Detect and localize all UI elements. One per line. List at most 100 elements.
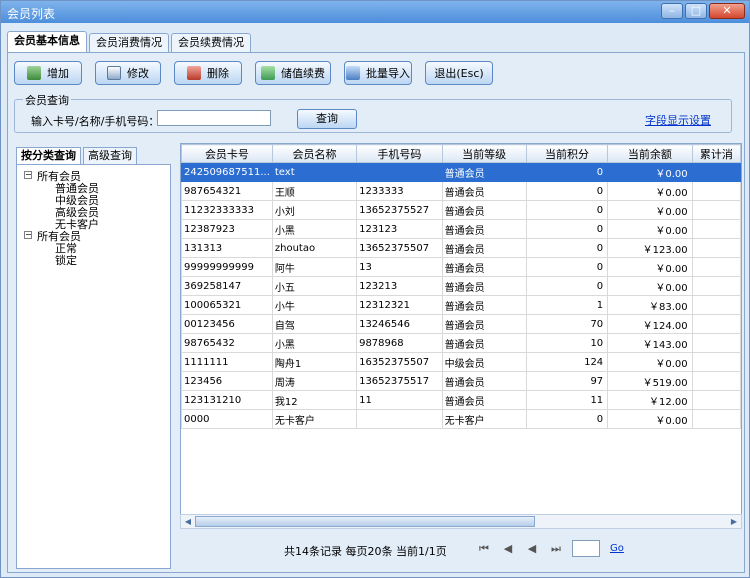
table-cell — [356, 162, 443, 182]
page-number-input[interactable] — [572, 540, 600, 557]
edit-button[interactable]: 修改 — [95, 61, 161, 85]
search-input[interactable] — [157, 110, 271, 126]
tab-member-renewal[interactable]: 会员续费情况 — [171, 33, 251, 52]
table-row[interactable]: 0000 无卡客户 无卡客户 0 ￥0.00 — [181, 409, 741, 429]
scroll-right-icon[interactable]: ▶ — [728, 516, 740, 527]
tab-member-basic-info[interactable]: 会员基本信息 — [7, 31, 87, 52]
table-cell: ￥0.00 — [607, 181, 693, 201]
tab-member-consumption[interactable]: 会员消费情况 — [89, 33, 169, 52]
table-cell: zhoutao — [271, 238, 358, 258]
table-cell: 70 — [525, 314, 609, 334]
table-cell: ￥0.00 — [607, 200, 693, 220]
collapse-icon[interactable]: − — [24, 231, 32, 239]
table-cell: text — [271, 162, 358, 182]
table-cell: ￥0.00 — [607, 352, 693, 372]
table-cell — [691, 257, 741, 277]
scroll-left-icon[interactable]: ◀ — [182, 516, 194, 527]
tree-node-locked[interactable]: 锁定 — [55, 252, 77, 268]
table-cell: 123456 — [181, 371, 273, 391]
table-cell: 普通会员 — [441, 162, 527, 182]
table-row[interactable]: 12387923 小黑 123123 普通会员 0 ￥0.00 — [181, 219, 741, 239]
table-cell: 王顺 — [271, 181, 358, 201]
table-row[interactable]: 123456 周涛 13652375517 普通会员 97 ￥519.00 — [181, 371, 741, 391]
go-button[interactable]: Go — [610, 543, 624, 554]
category-tree: − 所有会员 普通会员 中级会员 高级会员 无卡客户 − 所有会员 正常 锁定 — [16, 164, 171, 569]
column-header-phone[interactable]: 手机号码 — [356, 144, 443, 163]
column-header-balance[interactable]: 当前余额 — [607, 144, 693, 163]
batch-import-button-label: 批量导入 — [366, 67, 410, 80]
window-controls: – □ ✕ — [661, 3, 745, 19]
table-cell: ￥123.00 — [607, 238, 693, 258]
table-cell: 11 — [356, 390, 443, 410]
minimize-button[interactable]: – — [661, 3, 683, 19]
tab-advanced-query[interactable]: 高级查询 — [83, 147, 137, 164]
add-button-label: 增加 — [47, 67, 69, 80]
close-button[interactable]: ✕ — [709, 3, 745, 19]
column-header-cumulative[interactable]: 累计消 — [691, 144, 741, 163]
table-cell: 16352375507 — [356, 352, 443, 372]
table-cell: 普通会员 — [441, 390, 527, 410]
table-cell: 13246546 — [356, 314, 443, 334]
batch-import-button[interactable]: 批量导入 — [344, 61, 412, 85]
scrollbar-thumb[interactable] — [195, 516, 535, 527]
table-cell: 普通会员 — [441, 181, 527, 201]
previous-page-icon[interactable]: ◀ — [498, 541, 518, 557]
pager: ⏮ ◀ ◀ ⏭ Go — [474, 540, 624, 557]
field-display-settings-link[interactable]: 字段显示设置 — [645, 112, 711, 128]
table-row[interactable]: 100065321 小牛 12312321 普通会员 1 ￥83.00 — [181, 295, 741, 315]
table-row[interactable]: 11232333333 小刘 13652375527 普通会员 0 ￥0.00 — [181, 200, 741, 220]
maximize-icon: □ — [690, 4, 702, 17]
table-row[interactable]: 98765432 小黑 9878968 普通会员 10 ￥143.00 — [181, 333, 741, 353]
table-cell: ￥12.00 — [607, 390, 693, 410]
table-cell — [691, 162, 741, 182]
exit-button[interactable]: 退出(Esc) — [425, 61, 493, 85]
table-cell: 0 — [525, 181, 609, 201]
tab-category-query[interactable]: 按分类查询 — [16, 147, 81, 164]
table-cell — [691, 200, 741, 220]
horizontal-scrollbar[interactable]: ◀ ▶ — [180, 514, 742, 529]
table-cell: ￥143.00 — [607, 333, 693, 353]
maximize-button[interactable]: □ — [685, 3, 707, 19]
search-group-title: 会员查询 — [23, 92, 71, 108]
column-header-member-name[interactable]: 会员名称 — [271, 144, 358, 163]
member-search-group: 会员查询 输入卡号/名称/手机号码： 查询 字段显示设置 — [14, 92, 732, 133]
table-cell: 11232333333 — [181, 200, 273, 220]
table-row[interactable]: 123131210 我12 11 普通会员 11 ￥12.00 — [181, 390, 741, 410]
minimize-icon: – — [669, 4, 675, 17]
table-cell: ￥0.00 — [607, 219, 693, 239]
table-cell — [691, 219, 741, 239]
table-row[interactable]: 987654321 王顺 1233333 普通会员 0 ￥0.00 — [181, 181, 741, 201]
table-row[interactable]: 99999999999 阿牛 13 普通会员 0 ￥0.00 — [181, 257, 741, 277]
delete-button[interactable]: 删除 — [174, 61, 242, 85]
column-header-level[interactable]: 当前等级 — [441, 144, 527, 163]
table-cell: 0 — [525, 257, 609, 277]
column-header-card-no[interactable]: 会员卡号 — [181, 144, 273, 163]
table-cell: 普通会员 — [441, 200, 527, 220]
table-row[interactable]: 1111111 陶舟1 16352375507 中级会员 124 ￥0.00 — [181, 352, 741, 372]
table-cell: 99999999999 — [181, 257, 273, 277]
recharge-button[interactable]: 储值续费 — [255, 61, 331, 85]
collapse-icon[interactable]: − — [24, 171, 32, 179]
column-header-points[interactable]: 当前积分 — [525, 144, 609, 163]
tab-content: 增加 修改 删除 储值续费 批量导入 退出(Esc) 会员查询 输入卡号/名称/… — [7, 52, 745, 573]
title-bar[interactable]: 会员列表 – □ ✕ — [1, 1, 749, 23]
next-page-icon[interactable]: ◀ — [522, 541, 542, 557]
table-cell: 0 — [525, 409, 609, 429]
first-page-icon[interactable]: ⏮ — [474, 541, 494, 557]
table-cell — [691, 371, 741, 391]
table-cell: 123131210 — [181, 390, 273, 410]
table-cell: 13 — [356, 257, 443, 277]
table-cell: 普通会员 — [441, 238, 527, 258]
table-row[interactable]: 131313 zhoutao 13652375507 普通会员 0 ￥123.00 — [181, 238, 741, 258]
table-row[interactable]: 242509687511... text 普通会员 0 ￥0.00 — [181, 162, 741, 182]
table-row[interactable]: 00123456 自驾 13246546 普通会员 70 ￥124.00 — [181, 314, 741, 334]
table-cell: 100065321 — [181, 295, 273, 315]
table-cell: 00123456 — [181, 314, 273, 334]
query-button[interactable]: 查询 — [297, 109, 357, 129]
last-page-icon[interactable]: ⏭ — [546, 541, 566, 557]
add-button[interactable]: 增加 — [14, 61, 82, 85]
table-cell — [691, 276, 741, 296]
table-cell: 0 — [525, 162, 609, 182]
table-row[interactable]: 369258147 小五 123213 普通会员 0 ￥0.00 — [181, 276, 741, 296]
table-cell: 普通会员 — [441, 219, 527, 239]
